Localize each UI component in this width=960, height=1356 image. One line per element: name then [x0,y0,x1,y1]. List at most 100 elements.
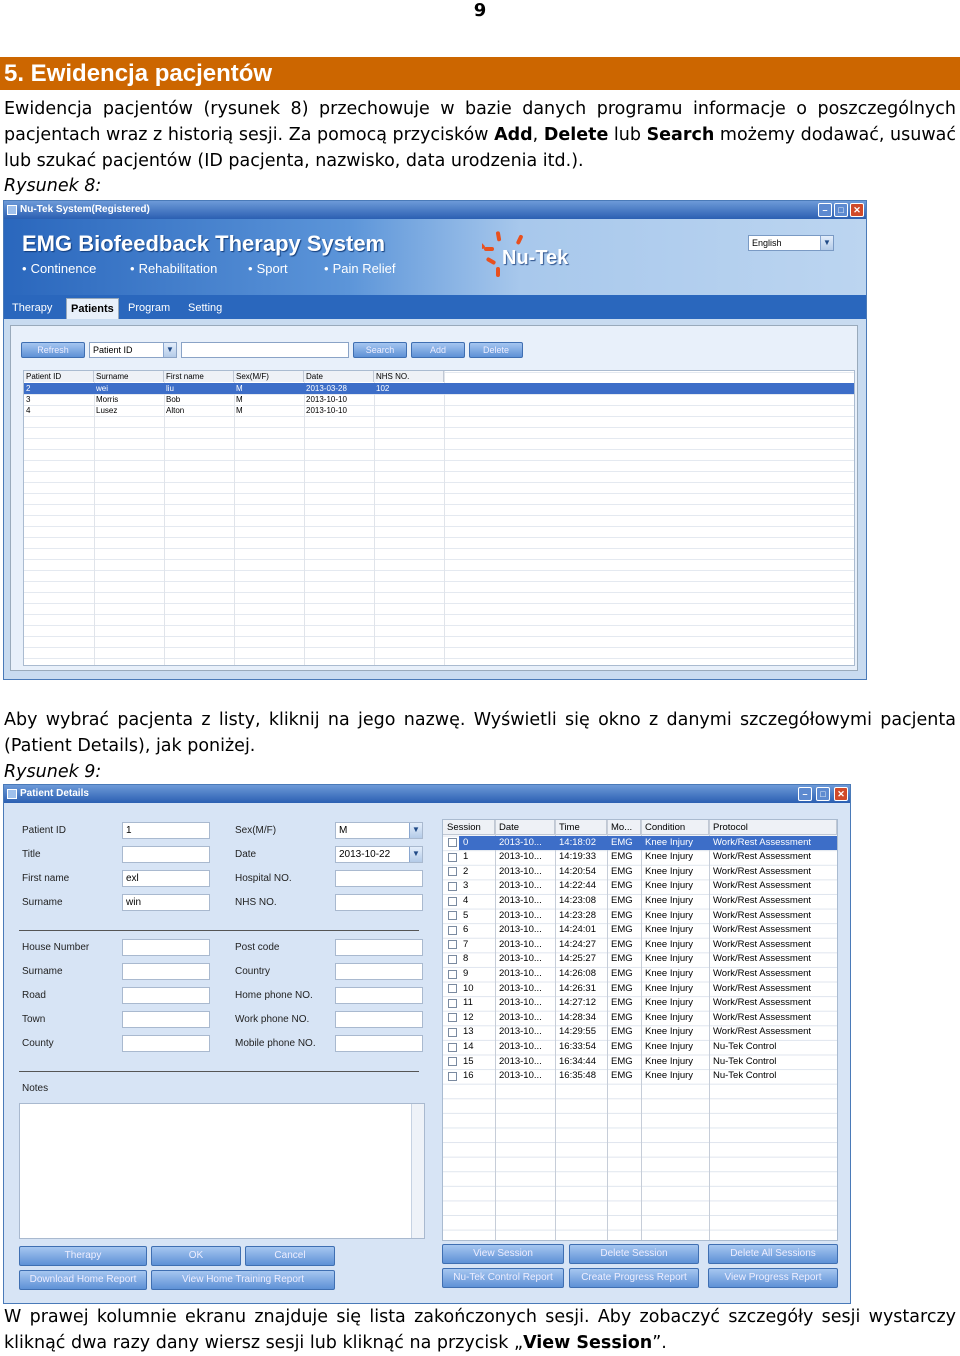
road-field[interactable] [122,987,210,1004]
house-number-field[interactable] [122,939,210,956]
scrollbar[interactable] [411,1104,424,1238]
session-cell[interactable]: Knee Injury [641,1011,709,1026]
session-cell[interactable]: 2013-10... [495,952,555,967]
session-cell[interactable]: 14:19:33 [555,850,607,865]
session-cell[interactable]: 0 [459,836,495,851]
table-cell[interactable]: M [234,405,304,416]
row-checkbox[interactable] [448,896,457,906]
session-cell[interactable]: Work/Rest Assessment [709,1025,837,1040]
table-cell[interactable]: M [234,394,304,405]
view-session-button[interactable]: View Session [442,1244,564,1264]
row-checkbox[interactable] [448,1042,457,1052]
session-cell[interactable]: Knee Injury [641,996,709,1011]
session-cell[interactable]: EMG [607,952,641,967]
session-cell[interactable]: 14:23:08 [555,894,607,909]
nutek-control-report-button[interactable]: Nu-Tek Control Report [442,1268,564,1288]
search-field-select[interactable]: Patient ID ▼ [89,342,177,358]
session-cell[interactable]: 12 [459,1011,495,1026]
session-cell[interactable]: 2013-10... [495,996,555,1011]
session-cell[interactable]: 14:28:34 [555,1011,607,1026]
nhs-no-field[interactable] [335,894,423,911]
session-cell[interactable]: 16:33:54 [555,1040,607,1055]
title-field[interactable] [122,846,210,863]
session-cell[interactable]: 14:26:08 [555,967,607,982]
session-cell[interactable]: 3 [459,879,495,894]
table-cell[interactable]: 2013-03-28 [304,383,374,394]
table-cell[interactable] [374,405,444,416]
table-cell[interactable]: Bob [164,394,234,405]
session-cell[interactable]: 14:25:27 [555,952,607,967]
session-cell[interactable]: Work/Rest Assessment [709,909,837,924]
session-cell[interactable]: EMG [607,1011,641,1026]
chevron-down-icon[interactable]: ▼ [409,847,422,862]
session-cell[interactable]: 2013-10... [495,923,555,938]
table-cell[interactable]: 3 [24,394,94,405]
session-cell[interactable]: Knee Injury [641,982,709,997]
column-header[interactable]: Time [555,820,607,835]
ok-button[interactable]: OK [151,1246,241,1266]
session-cell[interactable]: Knee Injury [641,836,709,851]
session-cell[interactable]: Work/Rest Assessment [709,1011,837,1026]
session-cell[interactable]: EMG [607,1040,641,1055]
session-cell[interactable]: 2013-10... [495,1055,555,1070]
session-cell[interactable]: EMG [607,982,641,997]
session-cell[interactable]: EMG [607,894,641,909]
session-cell[interactable]: 14:26:31 [555,982,607,997]
row-checkbox[interactable] [448,954,457,964]
session-cell[interactable]: 6 [459,923,495,938]
session-cell[interactable]: Work/Rest Assessment [709,952,837,967]
minimize-icon[interactable]: – [798,787,812,801]
session-cell[interactable]: Work/Rest Assessment [709,894,837,909]
table-cell[interactable]: Morris [94,394,164,405]
session-cell[interactable]: 14:29:55 [555,1025,607,1040]
session-cell[interactable]: EMG [607,967,641,982]
session-cell[interactable]: Knee Injury [641,909,709,924]
session-cell[interactable]: 2013-10... [495,1069,555,1084]
column-header[interactable]: Sex(M/F) [234,371,304,382]
close-icon[interactable]: ✕ [850,203,864,217]
column-header[interactable]: Date [304,371,374,382]
row-checkbox[interactable] [448,867,457,877]
session-cell[interactable]: 14:20:54 [555,865,607,880]
row-checkbox[interactable] [448,940,457,950]
row-checkbox[interactable] [448,852,457,862]
session-cell[interactable]: 8 [459,952,495,967]
session-cell[interactable]: 14:22:44 [555,879,607,894]
session-cell[interactable]: 16:34:44 [555,1055,607,1070]
session-cell[interactable]: 2013-10... [495,865,555,880]
tab-setting[interactable]: Setting [184,298,226,319]
session-cell[interactable]: EMG [607,1025,641,1040]
session-cell[interactable]: EMG [607,879,641,894]
session-cell[interactable]: EMG [607,909,641,924]
session-cell[interactable]: 9 [459,967,495,982]
row-checkbox[interactable] [448,925,457,935]
chevron-down-icon[interactable]: ▼ [409,823,422,838]
session-cell[interactable]: Knee Injury [641,1040,709,1055]
session-cell[interactable]: Work/Rest Assessment [709,836,837,851]
minimize-icon[interactable]: – [818,203,832,217]
session-cell[interactable]: 2013-10... [495,1011,555,1026]
session-cell[interactable]: 2013-10... [495,1040,555,1055]
session-cell[interactable]: 1 [459,850,495,865]
table-cell[interactable]: 2 [24,383,94,394]
post-code-field[interactable] [335,939,423,956]
table-cell[interactable]: 102 [374,383,444,394]
session-cell[interactable]: Work/Rest Assessment [709,865,837,880]
session-cell[interactable]: 14 [459,1040,495,1055]
notes-textarea[interactable] [19,1103,425,1239]
session-cell[interactable]: EMG [607,938,641,953]
town-field[interactable] [122,1011,210,1028]
session-cell[interactable]: 4 [459,894,495,909]
table-cell[interactable]: 2013-10-10 [304,405,374,416]
home-phone-field[interactable] [335,987,423,1004]
hospital-no-field[interactable] [335,870,423,887]
row-checkbox[interactable] [448,969,457,979]
session-cell[interactable]: 2013-10... [495,1025,555,1040]
session-cell[interactable]: Knee Injury [641,952,709,967]
session-cell[interactable]: 2013-10... [495,836,555,851]
delete-button[interactable]: Delete [469,342,523,358]
session-cell[interactable]: Knee Injury [641,923,709,938]
cancel-button[interactable]: Cancel [245,1246,335,1266]
session-cell[interactable]: Knee Injury [641,938,709,953]
view-progress-report-button[interactable]: View Progress Report [708,1268,838,1288]
